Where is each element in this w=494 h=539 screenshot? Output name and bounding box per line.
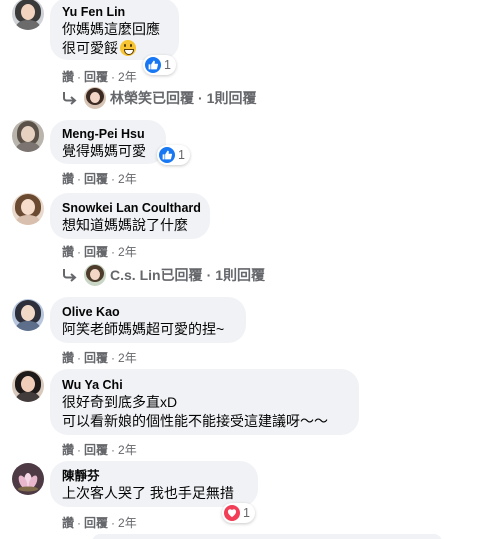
comment-bubble: Yu Fen Lin 你媽媽這麼回應 很可愛餒 [50,0,179,60]
reply-link[interactable]: 回覆 [84,243,108,260]
reply-link[interactable]: 回覆 [84,441,108,458]
lotus-flower-icon [18,473,38,492]
separator-dot: · [77,515,82,530]
comment-timestamp[interactable]: 2年 [118,349,137,366]
reply-author-avatar [84,87,106,109]
reply-arrow-icon [63,92,77,105]
reply-arrow-icon [63,269,77,282]
comment-author[interactable]: Yu Fen Lin [62,4,167,20]
comment-author[interactable]: Wu Ya Chi [62,377,347,393]
reply-link[interactable]: 回覆 [84,349,108,366]
separator-dot: · [111,350,116,365]
comment-text-line: 上次客人哭了 我也手足無措 [62,485,234,501]
like-link[interactable]: 讚 [62,514,74,531]
like-link[interactable]: 讚 [62,170,74,187]
reply-author-avatar [84,264,106,286]
comment-actions: 讚 · 回覆 · 2年 [62,170,137,187]
comment-timestamp[interactable]: 2年 [118,68,137,85]
like-icon [159,147,175,163]
comment-timestamp[interactable]: 2年 [118,170,137,187]
reply-link[interactable]: 回覆 [84,68,108,85]
comment-bubble: 陳靜芬 上次客人哭了 我也手足無措 [50,461,258,507]
separator-dot: · [111,244,116,259]
next-comment-bubble-edge [92,534,442,539]
reply-count: 1則回覆 [215,267,266,283]
like-icon [145,57,161,73]
reply-author-name: 林榮笑 [110,90,152,106]
comment-author[interactable]: Meng-Pei Hsu [62,126,154,142]
like-link[interactable]: 讚 [62,68,74,85]
reaction-count-value: 1 [164,58,171,72]
reply-author-name: C.s. Lin [110,267,161,283]
reaction-count-value: 1 [178,148,185,162]
separator-dot: · [77,69,82,84]
separator-dot: · [77,350,82,365]
separator-dot: · [111,442,116,457]
comment-bubble: Wu Ya Chi 很好奇到底多直xD 可以看新娘的個性能不能接受這建議呀～～ [50,369,359,435]
separator-dot: · [111,515,116,530]
comment-author[interactable]: 陳靜芬 [62,468,246,484]
view-replies-link[interactable]: C.s. Lin 已回覆 · 1則回覆 [62,264,265,286]
separator-dot: · [206,267,212,283]
separator-dot: · [111,171,116,186]
comment-bubble: Snowkei Lan Coulthard 想知道媽媽說了什麼 [50,193,210,239]
comment-timestamp[interactable]: 2年 [118,243,137,260]
reply-suffix: 已回覆 [160,267,203,283]
comment-actions: 讚 · 回覆 · 2年 [62,514,137,531]
avatar[interactable] [12,370,44,402]
reaction-count-value: 1 [243,506,250,520]
avatar[interactable] [12,193,44,225]
reply-count: 1則回覆 [206,90,257,106]
comment-text-line: 很好奇到底多直xD [62,394,178,410]
reaction-count[interactable]: 1 [222,503,255,523]
comment-timestamp[interactable]: 2年 [118,514,137,531]
comment-actions: 讚 · 回覆 · 2年 [62,68,137,85]
love-icon [224,505,240,521]
like-link[interactable]: 讚 [62,349,74,366]
comment-actions: 讚 · 回覆 · 2年 [62,349,137,366]
separator-dot: · [77,442,82,457]
reply-link[interactable]: 回覆 [84,514,108,531]
grinning-face-emoji-icon [120,40,136,56]
comment-text-line: 想知道媽媽說了什麼 [62,217,188,233]
comment-author[interactable]: Olive Kao [62,304,234,320]
comment-actions: 讚 · 回覆 · 2年 [62,243,137,260]
reaction-count[interactable]: 1 [143,55,176,75]
comment-bubble: Olive Kao 阿笑老師媽媽超可愛的捏~ [50,297,246,343]
separator-dot: · [77,171,82,186]
like-link[interactable]: 讚 [62,243,74,260]
reply-suffix: 已回覆 [152,90,194,106]
view-replies-link[interactable]: 林榮笑 已回覆 · 1則回覆 [62,87,256,109]
avatar[interactable] [12,120,44,152]
separator-dot: · [77,244,82,259]
like-link[interactable]: 讚 [62,441,74,458]
comment-bubble: Meng-Pei Hsu 覺得媽媽可愛 [50,120,166,164]
comment-text-line: 你媽媽這麼回應 [62,21,160,37]
avatar[interactable] [12,0,44,30]
reply-link[interactable]: 回覆 [84,170,108,187]
reaction-count[interactable]: 1 [157,145,190,165]
separator-dot: · [111,69,116,84]
comment-text-line: 可以看新娘的個性能不能接受這建議呀～～ [62,413,328,429]
comment-actions: 讚 · 回覆 · 2年 [62,441,137,458]
avatar[interactable] [12,299,44,331]
comment-timestamp[interactable]: 2年 [118,441,137,458]
comment-author[interactable]: Snowkei Lan Coulthard [62,200,201,216]
avatar[interactable] [12,463,44,495]
comment-text-line: 覺得媽媽可愛 [62,143,146,159]
separator-dot: · [198,90,203,106]
comment-text-line: 阿笑老師媽媽超可愛的捏~ [62,321,225,337]
